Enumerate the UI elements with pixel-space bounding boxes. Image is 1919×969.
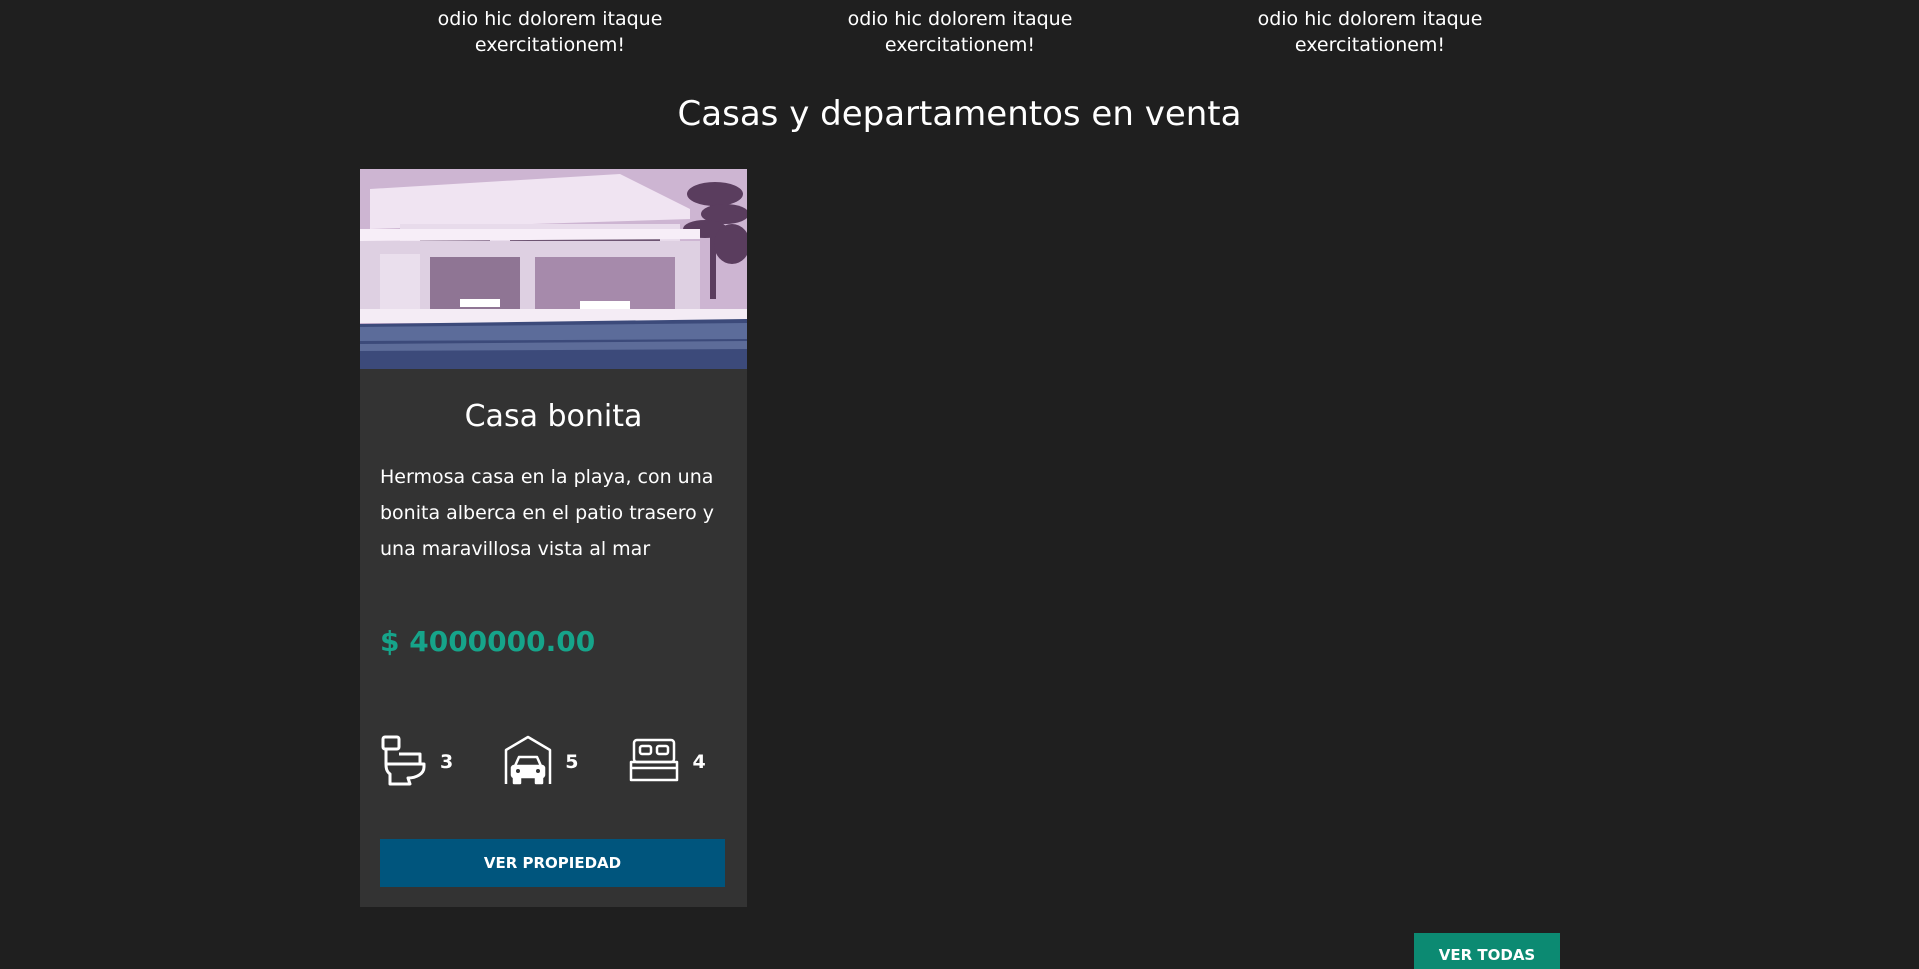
section-title: Casas y departamentos en venta (677, 94, 1242, 134)
view-all-button[interactable]: VER TODAS (1414, 933, 1560, 969)
property-title: Casa bonita (464, 399, 643, 434)
bedrooms-count: 4 (692, 751, 706, 773)
parking-count: 5 (565, 751, 579, 773)
property-price: $ 4000000.00 (380, 625, 596, 658)
feature-parking: 5 (503, 734, 578, 790)
property-features: 3 5 4 (380, 734, 756, 790)
top-text-2: odio hic dolorem itaque exercitationem! (847, 8, 1073, 56)
property-card: Casa bonita Hermosa casa en la playa, co… (360, 169, 747, 907)
toilet-icon (380, 734, 428, 790)
feature-bathrooms: 3 (380, 734, 453, 790)
top-text-1: odio hic dolorem itaque exercitationem! (437, 8, 663, 56)
property-image (360, 169, 747, 369)
garage-icon (503, 734, 553, 790)
top-text-3: odio hic dolorem itaque exercitationem! (1257, 8, 1483, 56)
page: odio hic dolorem itaque exercitationem! … (0, 0, 1919, 969)
bed-icon (628, 736, 680, 788)
property-description: Hermosa casa en la playa, con una bonita… (380, 466, 715, 560)
feature-bedrooms: 4 (628, 736, 706, 788)
top-text-row: odio hic dolorem itaque exercitationem! … (360, 6, 1560, 58)
bathrooms-count: 3 (440, 751, 454, 773)
view-property-button[interactable]: VER PROPIEDAD (380, 839, 725, 887)
